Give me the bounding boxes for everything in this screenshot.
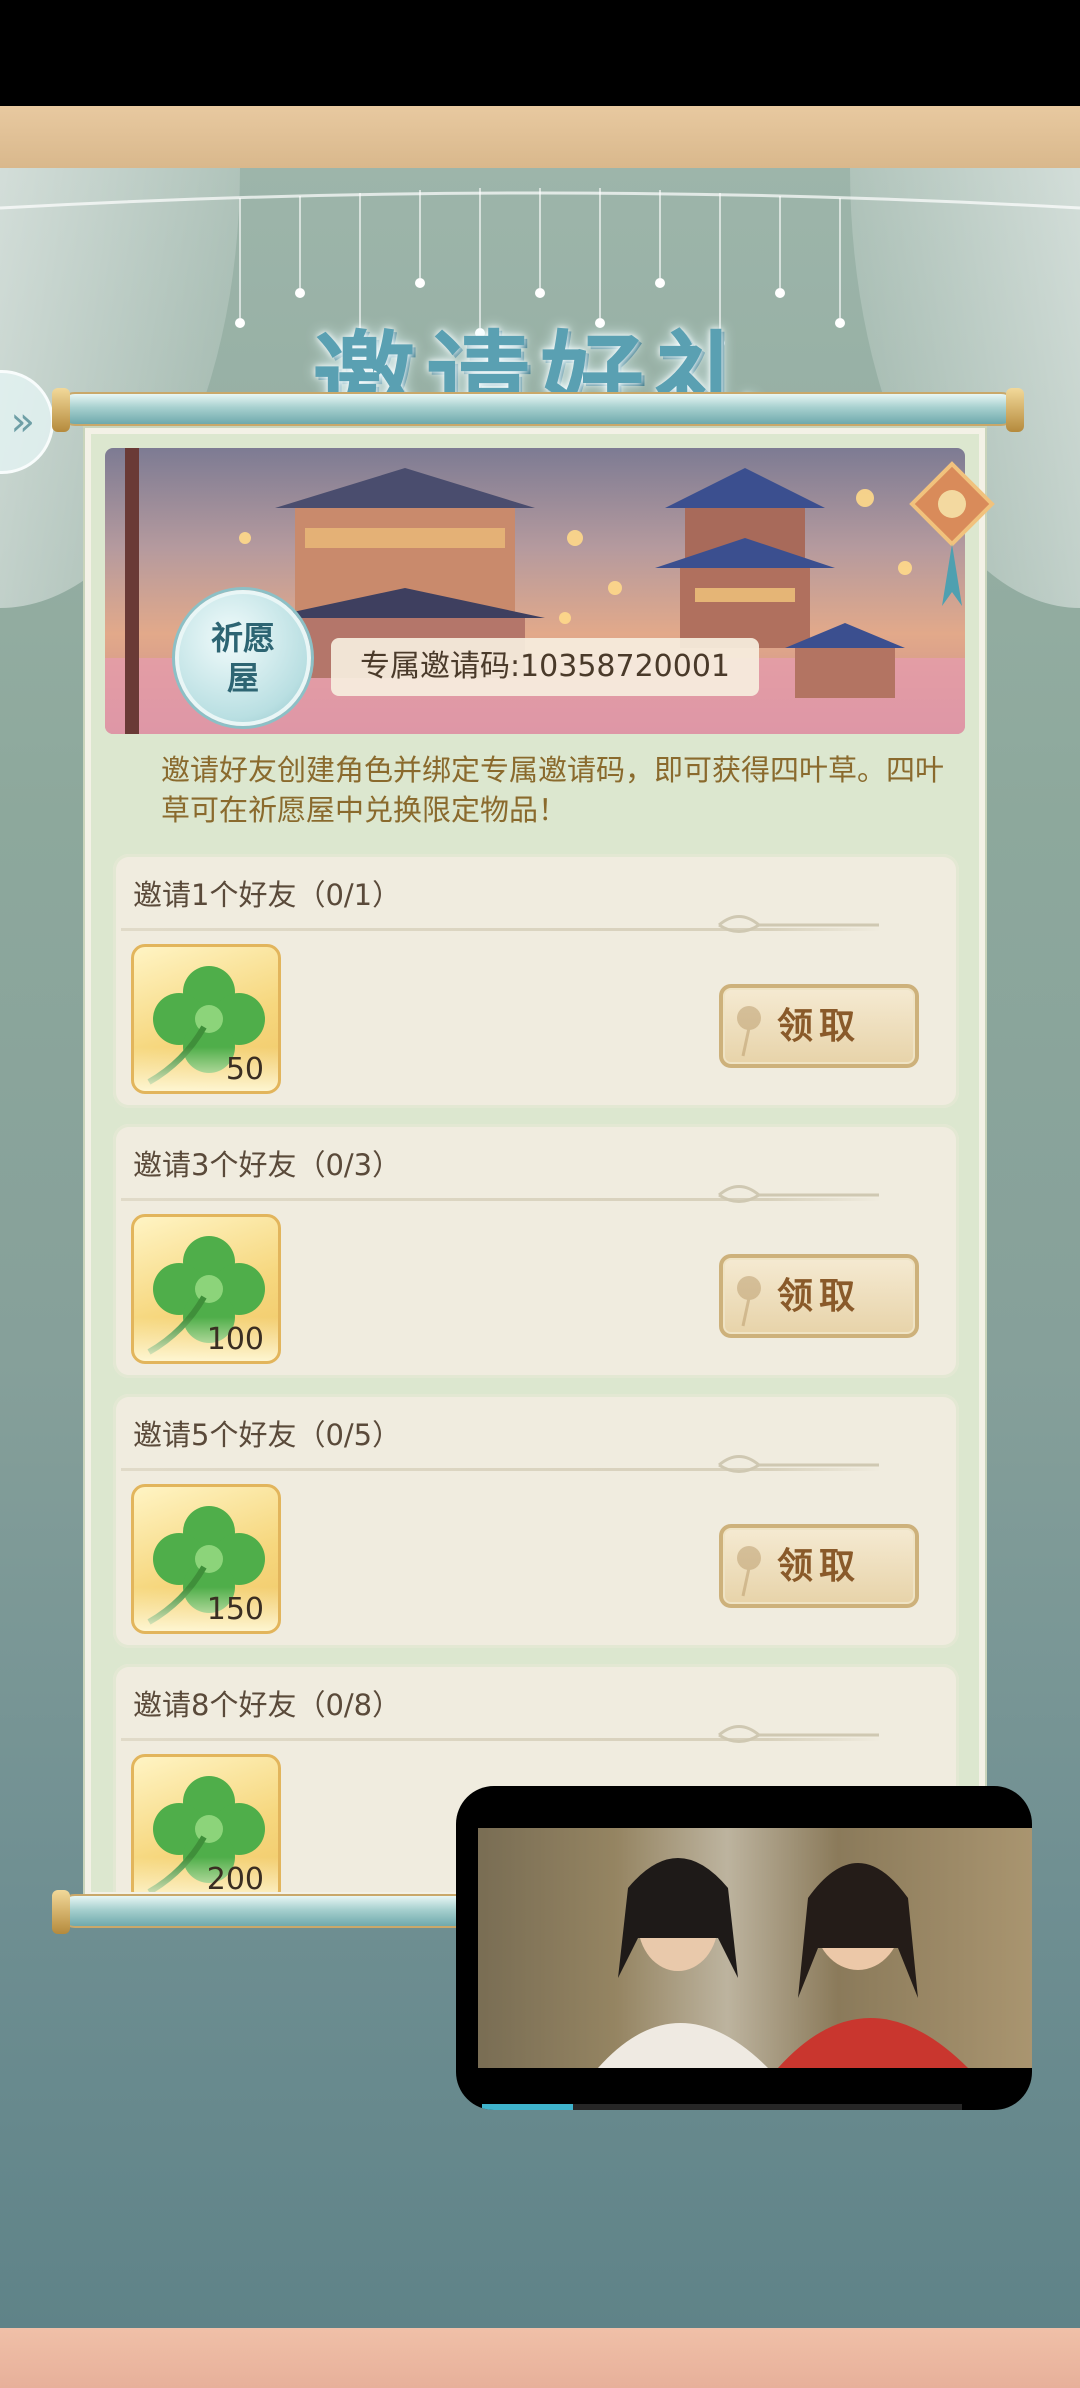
claim-button-label: 领取 xyxy=(776,1275,861,1317)
claim-button-label: 领取 xyxy=(776,1545,861,1587)
reward-item[interactable]: 100 xyxy=(131,1214,281,1364)
video-progress-fill xyxy=(482,2104,574,2110)
video-progress-bar[interactable] xyxy=(482,2104,962,2110)
task-card-2: 邀请3个好友（0/3） 100 领取 xyxy=(113,1124,959,1378)
reward-quantity: 50 xyxy=(225,1052,264,1087)
invite-panel: 祈愿屋 专属邀请码:10358720001 邀请好友创建角色并绑定专属邀请码，即… xyxy=(85,428,985,1898)
task-card-3: 邀请5个好友（0/5） 150 领取 xyxy=(113,1394,959,1648)
wish-house-button[interactable]: 祈愿屋 xyxy=(175,590,311,726)
flower-decor-icon xyxy=(737,1276,761,1327)
reward-quantity: 200 xyxy=(206,1862,264,1897)
reward-quantity: 150 xyxy=(206,1592,264,1627)
flower-decor-icon xyxy=(737,1546,761,1597)
video-frame[interactable] xyxy=(478,1828,1032,2068)
task-title: 邀请5个好友（0/5） xyxy=(133,1418,402,1452)
invite-code-box[interactable]: 专属邀请码:10358720001 xyxy=(331,638,759,696)
task-title: 邀请8个好友（0/8） xyxy=(133,1688,402,1722)
wish-house-banner: 祈愿屋 专属邀请码:10358720001 xyxy=(105,448,965,734)
cloud-decor-icon xyxy=(718,1455,879,1473)
floating-video-player[interactable] xyxy=(456,1786,1032,2110)
claim-button-label: 领取 xyxy=(776,1005,861,1047)
reward-quantity: 100 xyxy=(206,1322,264,1357)
task-title: 邀请3个好友（0/3） xyxy=(133,1148,402,1182)
claim-button[interactable]: 领取 xyxy=(719,1254,919,1338)
cloud-decor-icon xyxy=(718,915,879,933)
claim-button[interactable]: 领取 xyxy=(719,1524,919,1608)
drama-scene-illustration xyxy=(478,1828,1032,2068)
scroll-rod-top xyxy=(52,388,1024,432)
bottom-decor-band xyxy=(0,2328,1080,2388)
status-bar xyxy=(0,0,1080,106)
top-decor-band xyxy=(0,106,1080,168)
task-title: 邀请1个好友（0/1） xyxy=(133,878,402,912)
reward-item[interactable]: 50 xyxy=(131,944,281,1094)
wish-house-label: 祈愿屋 xyxy=(210,619,275,697)
cloud-decor-icon xyxy=(718,1725,879,1743)
claim-button[interactable]: 领取 xyxy=(719,984,919,1068)
cloud-decor-icon xyxy=(718,1185,879,1203)
invite-description: 邀请好友创建角色并绑定专属邀请码，即可获得四叶草。四叶草可在祈愿屋中兑换限定物品… xyxy=(161,753,945,827)
task-card-1: 邀请1个好友（0/1） 50 领取 xyxy=(113,854,959,1108)
reward-item[interactable]: 150 xyxy=(131,1484,281,1634)
reward-item[interactable]: 200 xyxy=(131,1754,281,1897)
flower-decor-icon xyxy=(737,1006,761,1057)
tassel-ornament-icon xyxy=(909,461,995,606)
